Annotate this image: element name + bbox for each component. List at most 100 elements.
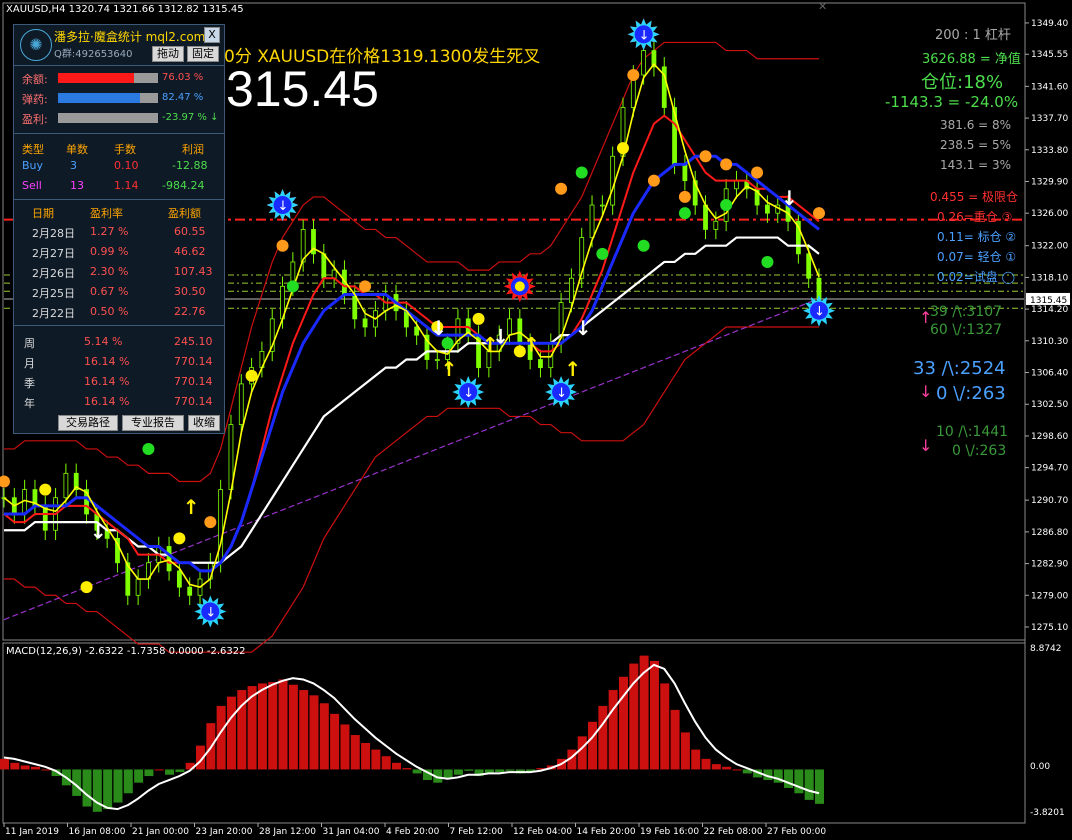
x-tick-label: 7 Feb 12:00 [450,827,504,837]
daily-row-3-col-1: 0.67 % [90,285,129,298]
candle-body [806,253,812,279]
macd-histogram-bar [30,766,40,770]
period-row-0-col-2: 245.10 [174,335,213,348]
macd-histogram-bar [660,683,670,770]
x-tick-label: 27 Feb 00:00 [767,827,826,837]
signal-dot-green [637,239,650,252]
daily-header-rate: 盈利率 [90,207,123,220]
lot-heavy: 0.26=重仓 ③ [937,210,1013,224]
lot-limit: 0.455 = 极限仓 [930,190,1019,204]
candle-body [538,359,543,369]
y-tick-label: 1326.00 [1031,209,1068,219]
period-row-1-col-0: 月 [24,357,35,370]
y-tick-label: 1310.30 [1031,337,1068,347]
candle-body [362,318,368,328]
macd-axis-zero: 0.00 [1030,762,1051,772]
macd-histogram-bar [41,769,51,771]
stats-panel[interactable]: ✺ 潘多拉·魔盒统计 mql2.com X Q群:492653640 拖动 固定… [13,24,225,434]
buy-type: Buy [22,159,44,172]
ammo-bar [58,93,158,103]
signal-dot-green [286,280,299,293]
panel-close-button[interactable]: X [204,27,220,43]
sell-lots: 1.14 [114,179,139,192]
drag-button[interactable]: 拖动 [152,46,184,62]
y-tick-label: 1349.40 [1031,19,1068,29]
y-tick-label: 1333.80 [1031,146,1068,156]
x-tick-label: 12 Feb 04:00 [513,827,572,837]
daily-row-4-col-2: 22.76 [174,305,206,318]
signal-dot-green [575,166,588,179]
current-price-tag: 1315.45 [1030,296,1067,306]
signal-dot-orange [276,239,289,252]
period-row-2-col-2: 770.14 [174,375,213,388]
period-row-2-col-0: 季 [24,377,35,390]
trade-path-button[interactable]: 交易路径 [58,415,118,431]
stat-down-1: 60 \/:1327 [930,322,1003,338]
sell-profit: -984.24 [162,179,205,192]
signal-dot-orange [627,68,640,81]
candle-body [517,318,523,344]
candle-body [321,253,327,279]
signal-dot-yellow [245,369,258,382]
buy-count: 3 [70,159,77,172]
period-row-3-col-0: 年 [24,397,35,410]
collapse-button[interactable]: 收缩 [188,415,220,431]
signal-dot-yellow [616,142,629,155]
y-tick-label: 1318.10 [1031,273,1068,283]
down-arrow-icon: ↓ [278,199,289,214]
signal-dot-yellow [173,532,186,545]
candle-body [135,578,141,596]
equity-label: 3626.88 = 净值 [922,52,1021,67]
lot-standard: 0.11= 标仓 ② [937,230,1017,244]
macd-histogram-bar [670,709,680,770]
signal-dot-orange [0,475,10,488]
candle-body [63,472,69,499]
macd-histogram-bar [299,690,309,770]
ammo-pct: 82.47 % [162,92,204,103]
macd-histogram-bar [804,769,814,800]
macd-histogram-bar [20,765,30,770]
candle-body [166,546,172,572]
x-tick-label: 19 Feb 16:00 [640,827,699,837]
daily-row-0-col-2: 60.55 [174,225,206,238]
buy-arrow-icon: ↑ [564,357,581,381]
daily-header-date: 日期 [32,207,54,220]
orders-header-type: 类型 [22,143,44,156]
ammo-label: 弹药: [22,93,48,106]
y-tick-label: 1341.60 [1031,82,1068,92]
red-star-center [514,281,525,292]
macd-histogram-bar [680,732,690,770]
daily-row-3-col-0: 2月25日 [32,287,75,300]
macd-axis-top: 8.8742 [1030,644,1062,654]
candle-body [765,204,770,214]
x-tick-label: 4 Feb 20:00 [386,827,440,837]
x-tick-label: 23 Jan 20:00 [196,827,253,837]
down-arrow-icon: ↓ [639,28,650,43]
fix-button[interactable]: 固定 [187,46,219,62]
macd-histogram-bar [309,695,319,770]
orders-header-count: 单数 [66,143,88,156]
y-tick-label: 1298.60 [1031,432,1068,442]
stat-down-3: 0 \/:263 [952,443,1007,459]
macd-axis-bottom: -3.8201 [1030,808,1065,818]
x-tick-label: 31 Jan 04:00 [323,827,380,837]
macd-histogram-bar [340,724,350,770]
daily-row-4-col-0: 2月22日 [32,307,75,320]
macd-histogram-bar [402,768,412,770]
daily-row-1-col-0: 2月27日 [32,247,75,260]
macd-histogram-bar [381,756,391,770]
down-arrow-icon: ↓ [205,606,216,621]
candle-body [641,50,647,76]
signal-dot-orange [751,166,764,179]
y-tick-label: 1275.10 [1031,623,1068,633]
window-close-icon[interactable]: ✕ [818,0,827,13]
daily-row-1-col-1: 0.99 % [90,245,129,258]
pro-report-button[interactable]: 专业报告 [122,415,184,431]
period-row-2-col-1: 16.14 % [84,375,130,388]
candle-body [176,570,182,588]
macd-histogram-bar [722,766,732,770]
signal-dot-green [761,255,774,268]
sell-arrow-icon: ↓ [492,324,509,348]
period-row-0-col-0: 周 [24,337,35,350]
candle-body [734,180,739,190]
